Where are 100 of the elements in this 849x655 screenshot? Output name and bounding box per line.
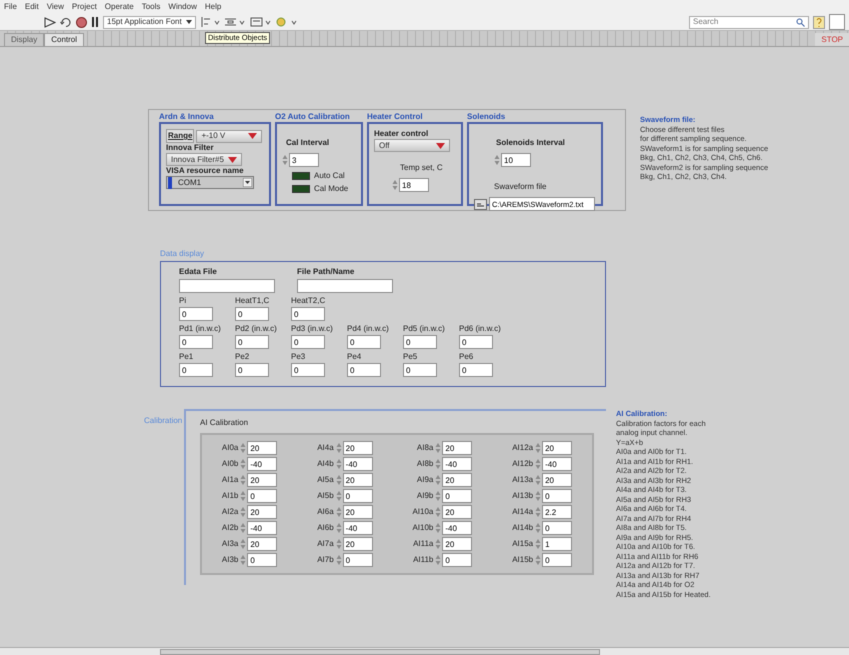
led-indicator[interactable] xyxy=(292,185,310,193)
run-arrow-icon[interactable] xyxy=(44,16,56,28)
numeric-field[interactable]: 20 xyxy=(247,505,278,519)
caret-icon xyxy=(186,20,192,24)
path-field[interactable] xyxy=(297,279,393,293)
numeric-field[interactable]: 1 xyxy=(542,537,572,551)
numeric-field[interactable]: 0 xyxy=(179,363,213,377)
resource-dropdown[interactable]: COM1 xyxy=(166,176,254,189)
path-field[interactable] xyxy=(179,279,275,293)
numeric-field[interactable]: 20 xyxy=(542,441,572,455)
control-label: Pe6 xyxy=(459,352,474,362)
ring-dropdown[interactable]: Innova Filter#5 xyxy=(166,153,242,166)
numeric-field[interactable]: 0 xyxy=(459,335,493,349)
numeric-field[interactable]: -40 xyxy=(542,457,572,471)
pause-icon[interactable] xyxy=(91,17,99,27)
run-continuously-icon[interactable] xyxy=(60,16,72,28)
panel-title: AI Calibration xyxy=(200,417,250,429)
numeric-field[interactable]: 0 xyxy=(179,335,213,349)
blank-field[interactable] xyxy=(829,14,845,30)
numeric-field[interactable]: 3 xyxy=(289,153,319,167)
ring-dropdown[interactable]: Off xyxy=(374,139,450,152)
numeric-field[interactable]: 0 xyxy=(403,363,437,377)
control-label: AI4b xyxy=(317,459,334,469)
numeric-field[interactable]: 0 xyxy=(403,335,437,349)
menu-item[interactable]: File xyxy=(4,1,17,13)
dropdown-arrow-icon xyxy=(228,156,237,162)
control-label: VISA resource name xyxy=(166,166,245,176)
numeric-field[interactable]: 18 xyxy=(399,178,429,192)
numeric-field[interactable]: 0 xyxy=(442,489,472,503)
numeric-field[interactable]: -40 xyxy=(342,521,373,535)
numeric-field[interactable]: 20 xyxy=(247,473,278,487)
numeric-field[interactable]: 20 xyxy=(442,537,472,551)
numeric-field[interactable]: -40 xyxy=(247,521,278,535)
numeric-field[interactable]: 20 xyxy=(342,537,373,551)
numeric-field[interactable]: 0 xyxy=(442,553,472,567)
numeric-field[interactable]: 0 xyxy=(179,307,213,321)
distribute-icon[interactable] xyxy=(224,16,246,28)
numeric-field[interactable]: 0 xyxy=(235,307,269,321)
numeric-field[interactable]: 0 xyxy=(342,489,373,503)
numeric-field[interactable]: 0 xyxy=(542,553,572,567)
numeric-field[interactable]: 0 xyxy=(347,335,381,349)
group-title: Ardn & Innova xyxy=(159,112,215,122)
control-label: Pd6 (in.w.c) xyxy=(459,324,502,334)
numeric-field[interactable]: 20 xyxy=(342,473,373,487)
numeric-field[interactable]: -40 xyxy=(442,457,472,471)
numeric-field[interactable]: 2.2 xyxy=(542,505,572,519)
scrollbar-thumb[interactable] xyxy=(160,648,600,654)
menu-item[interactable]: Help xyxy=(204,1,222,13)
numeric-field[interactable]: 20 xyxy=(342,441,373,455)
numeric-field[interactable]: 20 xyxy=(442,441,472,455)
resize-icon[interactable] xyxy=(250,16,272,28)
control-label: AI11a xyxy=(413,539,434,549)
control-label: AI9b xyxy=(416,491,434,501)
control-label: Solenoids Interval xyxy=(496,138,565,147)
menu-item[interactable]: Tools xyxy=(142,1,160,13)
numeric-field[interactable]: 0 xyxy=(347,363,381,377)
numeric-field[interactable]: -40 xyxy=(342,457,373,471)
numeric-field[interactable]: 0 xyxy=(247,489,278,503)
menu-item[interactable]: Edit xyxy=(24,1,39,13)
numeric-field[interactable]: 0 xyxy=(542,489,572,503)
numeric-field[interactable]: 10 xyxy=(501,153,531,167)
numeric-field[interactable]: 20 xyxy=(542,473,572,487)
numeric-field[interactable]: 20 xyxy=(442,505,472,519)
numeric-field[interactable]: 20 xyxy=(442,473,472,487)
numeric-field[interactable]: 0 xyxy=(291,307,325,321)
numeric-field[interactable]: 0 xyxy=(459,363,493,377)
dropdown-arrow-icon[interactable] xyxy=(243,178,252,187)
numeric-field[interactable]: 0 xyxy=(291,335,325,349)
led-indicator[interactable] xyxy=(292,172,310,180)
font-dropdown[interactable]: 15pt Application Font xyxy=(103,16,196,28)
numeric-field[interactable]: -40 xyxy=(247,457,278,471)
numeric-field[interactable]: 20 xyxy=(342,505,373,519)
numeric-field[interactable]: 0 xyxy=(342,553,373,567)
control-label: AI0b xyxy=(222,459,238,469)
menu-item[interactable]: Project xyxy=(72,1,97,13)
search-icon[interactable] xyxy=(796,18,805,26)
control-label: Pd5 (in.w.c) xyxy=(403,324,446,334)
numeric-field[interactable]: 0 xyxy=(235,335,269,349)
align-icon[interactable] xyxy=(200,16,220,28)
tab[interactable]: Control xyxy=(44,33,84,46)
reorder-icon[interactable] xyxy=(276,16,298,28)
stop-button[interactable]: STOP xyxy=(815,33,849,46)
numeric-field[interactable]: 0 xyxy=(235,363,269,377)
tab[interactable]: Display xyxy=(4,33,44,46)
numeric-field[interactable]: 0 xyxy=(291,363,325,377)
numeric-field[interactable]: 0 xyxy=(247,553,278,567)
abort-icon[interactable] xyxy=(76,16,87,28)
numeric-field[interactable]: 20 xyxy=(247,441,278,455)
search-field[interactable]: Search xyxy=(689,16,809,28)
menu-item[interactable]: View xyxy=(46,1,64,13)
numeric-field[interactable]: 20 xyxy=(247,537,278,551)
control-label: AI0a xyxy=(222,443,238,453)
numeric-field[interactable]: -40 xyxy=(442,521,472,535)
ring-dropdown[interactable]: +-10 V xyxy=(196,130,262,142)
numeric-field[interactable]: 0 xyxy=(542,521,572,535)
control-label: AI15b xyxy=(512,555,534,565)
menu-item[interactable]: Window xyxy=(168,1,197,13)
menu-item[interactable]: Operate xyxy=(104,1,134,13)
help-icon[interactable] xyxy=(813,16,825,28)
control-label: AI7a xyxy=(317,539,334,549)
